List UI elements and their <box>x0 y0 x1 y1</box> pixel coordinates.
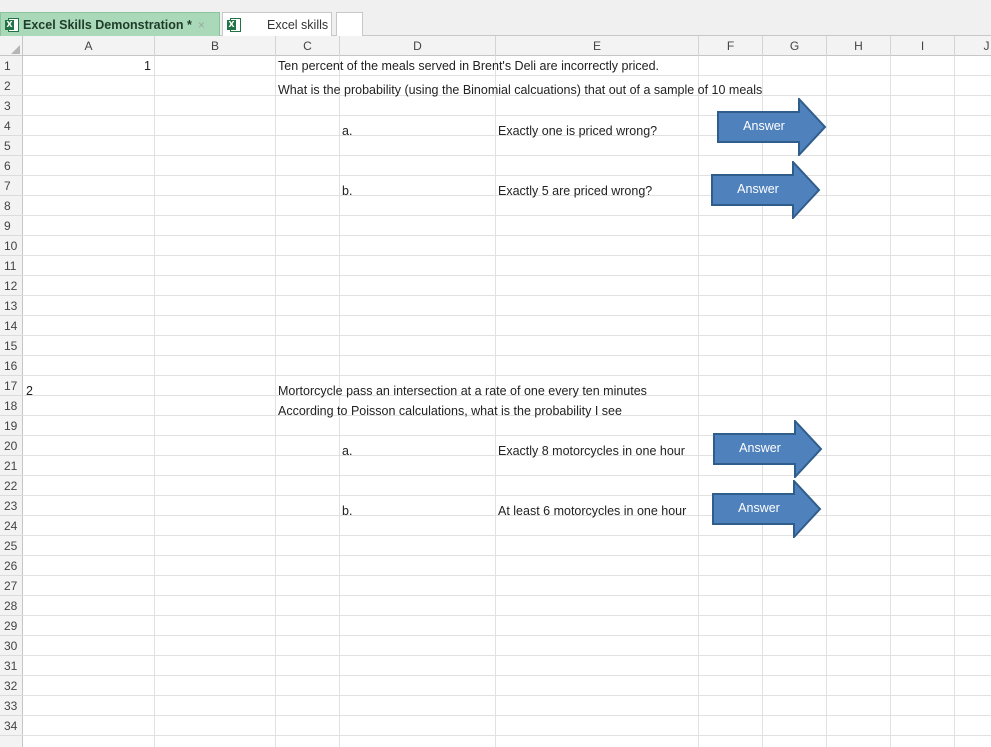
tab-title: Excel skills <box>267 17 329 32</box>
row-header-11[interactable]: 11 <box>0 256 23 276</box>
row-header-2[interactable]: 2 <box>0 76 23 96</box>
answer-button-label: Answer <box>743 119 785 133</box>
worksheet-grid[interactable]: 1 Ten percent of the meals served in Bre… <box>23 56 991 747</box>
answer-button-q1a[interactable]: Answer <box>717 98 827 156</box>
cell-c2[interactable]: What is the probability (using the Binom… <box>278 80 762 100</box>
excel-file-icon: X <box>227 17 241 33</box>
row-header-14[interactable]: 14 <box>0 316 23 336</box>
row-header-26[interactable]: 26 <box>0 556 23 576</box>
cell-d23[interactable]: b. <box>342 501 352 521</box>
cell-e23[interactable]: At least 6 motorcycles in one hour <box>498 501 686 521</box>
row-header-5[interactable]: 5 <box>0 136 23 156</box>
row-header-4[interactable]: 4 <box>0 116 23 136</box>
new-tab-button[interactable] <box>336 12 363 36</box>
row-header-34[interactable]: 34 <box>0 716 23 736</box>
row-header-29[interactable]: 29 <box>0 616 23 636</box>
cell-e20[interactable]: Exactly 8 motorcycles in one hour <box>498 441 685 461</box>
column-header-i[interactable]: I <box>891 36 955 56</box>
row-header-20[interactable]: 20 <box>0 436 23 456</box>
workbook-tab-bar: X Excel Skills Demonstration * × X Excel… <box>0 0 991 36</box>
select-all-corner[interactable] <box>0 36 23 56</box>
row-header-bar: 1 2 3 4 5 6 7 8 9 10 11 12 13 14 15 16 17 18 19 20 21 22 23 24 2… <box>0 56 23 747</box>
column-header-b[interactable]: B <box>155 36 276 56</box>
column-header-g[interactable]: G <box>763 36 827 56</box>
cell-e4[interactable]: Exactly one is priced wrong? <box>498 121 657 141</box>
cell-c1[interactable]: Ten percent of the meals served in Brent… <box>278 56 659 76</box>
row-header-3[interactable]: 3 <box>0 96 23 116</box>
row-header-13[interactable]: 13 <box>0 296 23 316</box>
row-header-21[interactable]: 21 <box>0 456 23 476</box>
row-header-27[interactable]: 27 <box>0 576 23 596</box>
cell-d7[interactable]: b. <box>342 181 352 201</box>
column-header-j[interactable]: J <box>955 36 991 56</box>
row-header-15[interactable]: 15 <box>0 336 23 356</box>
cell-d4[interactable]: a. <box>342 121 352 141</box>
row-header-25[interactable]: 25 <box>0 536 23 556</box>
cell-d20[interactable]: a. <box>342 441 352 461</box>
row-header-12[interactable]: 12 <box>0 276 23 296</box>
answer-button-label: Answer <box>737 182 779 196</box>
row-header-6[interactable]: 6 <box>0 156 23 176</box>
tab-excel-skills[interactable]: X Excel skills <box>222 12 332 36</box>
column-header-f[interactable]: F <box>699 36 763 56</box>
column-header-e[interactable]: E <box>496 36 699 56</box>
row-header-22[interactable]: 22 <box>0 476 23 496</box>
cell-a1[interactable]: 1 <box>23 56 151 76</box>
tab-title: Excel Skills Demonstration * <box>23 17 192 32</box>
row-header-32[interactable]: 32 <box>0 676 23 696</box>
answer-button-label: Answer <box>738 501 780 515</box>
cell-a17[interactable]: 2 <box>26 381 33 401</box>
row-header-19[interactable]: 19 <box>0 416 23 436</box>
row-header-8[interactable]: 8 <box>0 196 23 216</box>
answer-button-q1b[interactable]: Answer <box>711 161 821 219</box>
select-all-icon <box>11 45 20 54</box>
column-header-c[interactable]: C <box>276 36 340 56</box>
answer-button-q2a[interactable]: Answer <box>713 420 823 478</box>
row-header-9[interactable]: 9 <box>0 216 23 236</box>
row-header-30[interactable]: 30 <box>0 636 23 656</box>
row-header-24[interactable]: 24 <box>0 516 23 536</box>
row-header-7[interactable]: 7 <box>0 176 23 196</box>
cell-c17[interactable]: Mortorcycle pass an intersection at a ra… <box>278 381 647 401</box>
column-header-a[interactable]: A <box>23 36 155 56</box>
column-header-bar: A B C D E F G H I J <box>0 36 991 56</box>
answer-button-label: Answer <box>739 441 781 455</box>
row-header-31[interactable]: 31 <box>0 656 23 676</box>
row-header-28[interactable]: 28 <box>0 596 23 616</box>
answer-button-q2b[interactable]: Answer <box>712 480 822 538</box>
row-header-33[interactable]: 33 <box>0 696 23 716</box>
row-header-18[interactable]: 18 <box>0 396 23 416</box>
tab-excel-skills-demonstration[interactable]: X Excel Skills Demonstration * × <box>0 12 220 36</box>
row-header-1[interactable]: 1 <box>0 56 23 76</box>
row-header-23[interactable]: 23 <box>0 496 23 516</box>
column-header-h[interactable]: H <box>827 36 891 56</box>
cell-c18[interactable]: According to Poisson calculations, what … <box>278 401 622 421</box>
excel-file-icon: X <box>5 17 19 33</box>
cell-e7[interactable]: Exactly 5 are priced wrong? <box>498 181 652 201</box>
close-icon[interactable]: × <box>198 18 205 32</box>
row-header-17[interactable]: 17 <box>0 376 23 396</box>
row-header-10[interactable]: 10 <box>0 236 23 256</box>
row-header-16[interactable]: 16 <box>0 356 23 376</box>
column-header-d[interactable]: D <box>340 36 496 56</box>
